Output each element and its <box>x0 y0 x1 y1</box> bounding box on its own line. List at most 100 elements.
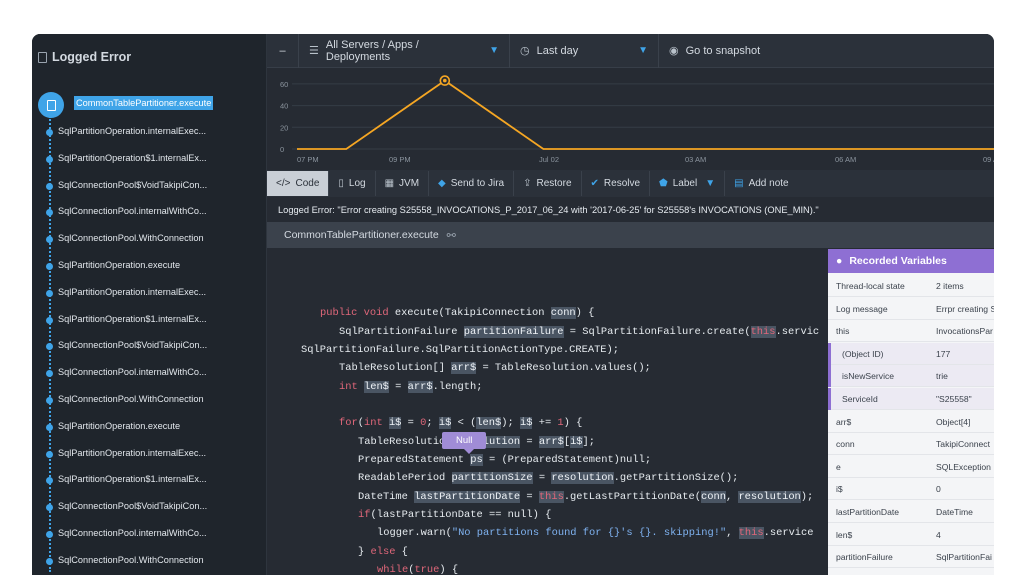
tag-icon: ⬟ <box>659 178 668 189</box>
nested-indicator <box>828 365 831 388</box>
add-note-label: Add note <box>748 178 789 189</box>
x-tick-label: 06 AM <box>835 155 856 164</box>
nested-indicator <box>828 388 831 410</box>
send-to-jira-button[interactable]: ◆ Send to Jira <box>429 171 515 196</box>
stack-frame[interactable]: SqlPartitionOperation.internalExec... <box>32 124 267 140</box>
stack-frame-label: SqlConnectionPool.internalWithCo... <box>58 367 207 378</box>
variable-row[interactable]: isNewService trie <box>828 365 994 388</box>
stack-frame[interactable]: SqlPartitionOperation$1.internalEx... <box>32 472 267 488</box>
stack-frame-label: SqlPartitionOperation$1.internalEx... <box>58 474 207 485</box>
variable-row[interactable]: conn TakipiConnect <box>828 433 994 456</box>
tab-log-label: Log <box>348 178 366 189</box>
stack-frame[interactable]: SqlPartitionOperation.internalExec... <box>32 446 267 462</box>
stack-frame[interactable]: SqlConnectionPool.internalWithCo... <box>32 526 267 542</box>
stack-frame-label: SqlPartitionOperation.execute <box>58 420 181 431</box>
servers-dropdown[interactable]: ☰ All Servers / Apps / Deployments ▼ <box>299 34 510 68</box>
panel-title-text: Logged Error <box>52 50 132 64</box>
recorded-variables-panel: ● Recorded Variables Thread-local state 2… <box>828 249 994 575</box>
document-icon <box>38 92 64 118</box>
variable-row[interactable]: this InvocationsPar <box>828 320 994 343</box>
label-dropdown[interactable]: ⬟ Label ▼ <box>650 171 726 196</box>
stack-frame[interactable]: SqlConnectionPool$VoidTakipiCon... <box>32 499 267 515</box>
frame-dot-icon <box>46 504 53 512</box>
variable-row[interactable]: partitionFailure SqlPartitionFai <box>828 546 994 569</box>
stack-frame-label: SqlPartitionOperation.internalExec... <box>58 286 207 297</box>
stack-frame-label: SqlPartitionOperation.internalExec... <box>58 126 207 136</box>
code-line: SqlPartitionFailure partitionFailure = S… <box>339 326 820 338</box>
x-tick-label: Jul 02 <box>539 155 559 164</box>
variable-value: SQLException <box>936 461 991 472</box>
time-range-dropdown[interactable]: ◷ Last day ▼ <box>510 34 659 68</box>
stack-frame[interactable]: SqlPartitionOperation.internalExec... <box>32 285 267 301</box>
checkmark-icon: ✔ <box>590 178 599 189</box>
jira-icon: ◆ <box>438 178 446 189</box>
restore-button[interactable]: ⇪ Restore <box>514 171 582 196</box>
frame-dot-icon <box>46 557 53 565</box>
stack-frame[interactable]: SqlConnectionPool.internalWithCo... <box>32 365 267 381</box>
variables-title: Recorded Variables <box>849 255 947 267</box>
variable-value: DateTime <box>936 507 973 517</box>
variable-row[interactable]: ServiceId "S25558" <box>828 388 994 410</box>
chevron-down-icon: ▼ <box>638 45 648 56</box>
stack-frame[interactable]: SqlConnectionPool.WithConnection <box>32 392 267 408</box>
resolve-button[interactable]: ✔ Resolve <box>582 171 651 196</box>
frame-dot-icon <box>46 182 53 190</box>
action-toolbar: </> Code ▯ Log ▦ JVM ◆ Send to Jira ⇪ Re… <box>267 170 994 197</box>
variable-name: Log message <box>836 303 888 314</box>
stack-frame-label: SqlConnectionPool.internalWithCo... <box>58 206 207 217</box>
filter-bar: – ☰ All Servers / Apps / Deployments ▼ ◷… <box>267 34 994 68</box>
link-icon[interactable]: ⚯ <box>447 229 456 242</box>
stack-frame[interactable]: SqlConnectionPool.WithConnection <box>32 553 267 569</box>
variable-value: SqlPartitionFai <box>936 552 992 563</box>
variable-row[interactable]: Thread-local state 2 items <box>828 275 994 297</box>
tab-jvm[interactable]: ▦ JVM <box>376 171 430 196</box>
collapse-label: – <box>279 44 286 57</box>
variable-row[interactable]: lastPartitionDate DateTime <box>828 501 994 523</box>
stack-frame[interactable]: SqlConnectionPool$VoidTakipiCon... <box>32 178 267 194</box>
stack-frame-label: SqlPartitionOperation.execute <box>58 260 181 270</box>
variable-row[interactable]: arr$ Object[4] <box>828 410 994 433</box>
variable-value: trie <box>936 371 948 382</box>
stack-frame[interactable]: SqlPartitionOperation.execute <box>32 419 267 435</box>
variable-row[interactable]: e SQLException <box>828 455 994 478</box>
variable-name: lastPartitionDate <box>836 507 900 517</box>
variable-row[interactable]: (Object ID) 177 <box>828 342 994 365</box>
variable-row[interactable]: i$ 0 <box>828 478 994 501</box>
variable-row[interactable]: len$ 4 <box>828 523 994 546</box>
frame-dot-icon <box>46 129 53 136</box>
variable-row[interactable]: Log message Errpr creating S <box>828 297 994 320</box>
error-chart: 60 40 20 0 07 PM 09 PM Jul 02 03 AM 06 AM 09 A <box>267 69 994 169</box>
frame-dot-icon <box>46 450 53 458</box>
stack-frame[interactable]: SqlConnectionPool$VoidTakipiCon... <box>32 338 267 354</box>
method-bar: CommonTablePartitioner.execute ⚯ <box>267 222 994 248</box>
tab-code-label: Code <box>295 178 320 189</box>
frame-dot-icon <box>46 370 53 378</box>
variable-value: 2 items <box>936 281 964 291</box>
stack-frame-label: SqlConnectionPool$VoidTakipiCon... <box>58 501 208 512</box>
tab-log[interactable]: ▯ Log <box>329 171 376 196</box>
stack-frame[interactable]: SqlPartitionOperation.execute <box>32 258 267 274</box>
code-line: logger.warn("No partitions found for {}'… <box>377 527 814 539</box>
y-tick-label: 20 <box>280 123 288 132</box>
stack-frame-label: SqlPartitionOperation$1.internalEx... <box>58 152 207 163</box>
stack-frame-label: SqlConnectionPool.internalWithCo... <box>58 528 207 538</box>
drop-icon: ● <box>836 255 843 267</box>
collapse-button[interactable]: – <box>267 34 299 68</box>
stack-frame[interactable]: SqlConnectionPool.WithConnection <box>32 231 267 247</box>
add-note-button[interactable]: ▤ Add note <box>725 171 798 196</box>
go-to-snapshot-button[interactable]: ◉ Go to snapshot <box>659 34 770 68</box>
x-tick-label: 09 A <box>983 155 994 164</box>
stack-frame-selected[interactable]: CommonTablePartitioner.execute <box>74 96 214 110</box>
tab-code[interactable]: </> Code <box>267 171 330 196</box>
stack-frame[interactable]: SqlPartitionOperation$1.internalEx... <box>32 151 267 167</box>
stack-frame[interactable]: SqlConnectionPool.internalWithCo... <box>32 204 267 220</box>
frame-dot-icon <box>46 263 53 270</box>
variable-name: (Object ID) <box>842 348 884 359</box>
stack-frame[interactable]: SqlPartitionOperation$1.internalEx... <box>32 312 267 328</box>
frame-dot-icon <box>46 423 53 431</box>
variable-value: 4 <box>936 529 941 540</box>
frame-dot-icon <box>46 531 53 538</box>
stack-frame-label: SqlConnectionPool.WithConnection <box>58 554 204 565</box>
clock-icon: ◷ <box>520 45 530 57</box>
variable-name: partitionFailure <box>836 552 893 563</box>
